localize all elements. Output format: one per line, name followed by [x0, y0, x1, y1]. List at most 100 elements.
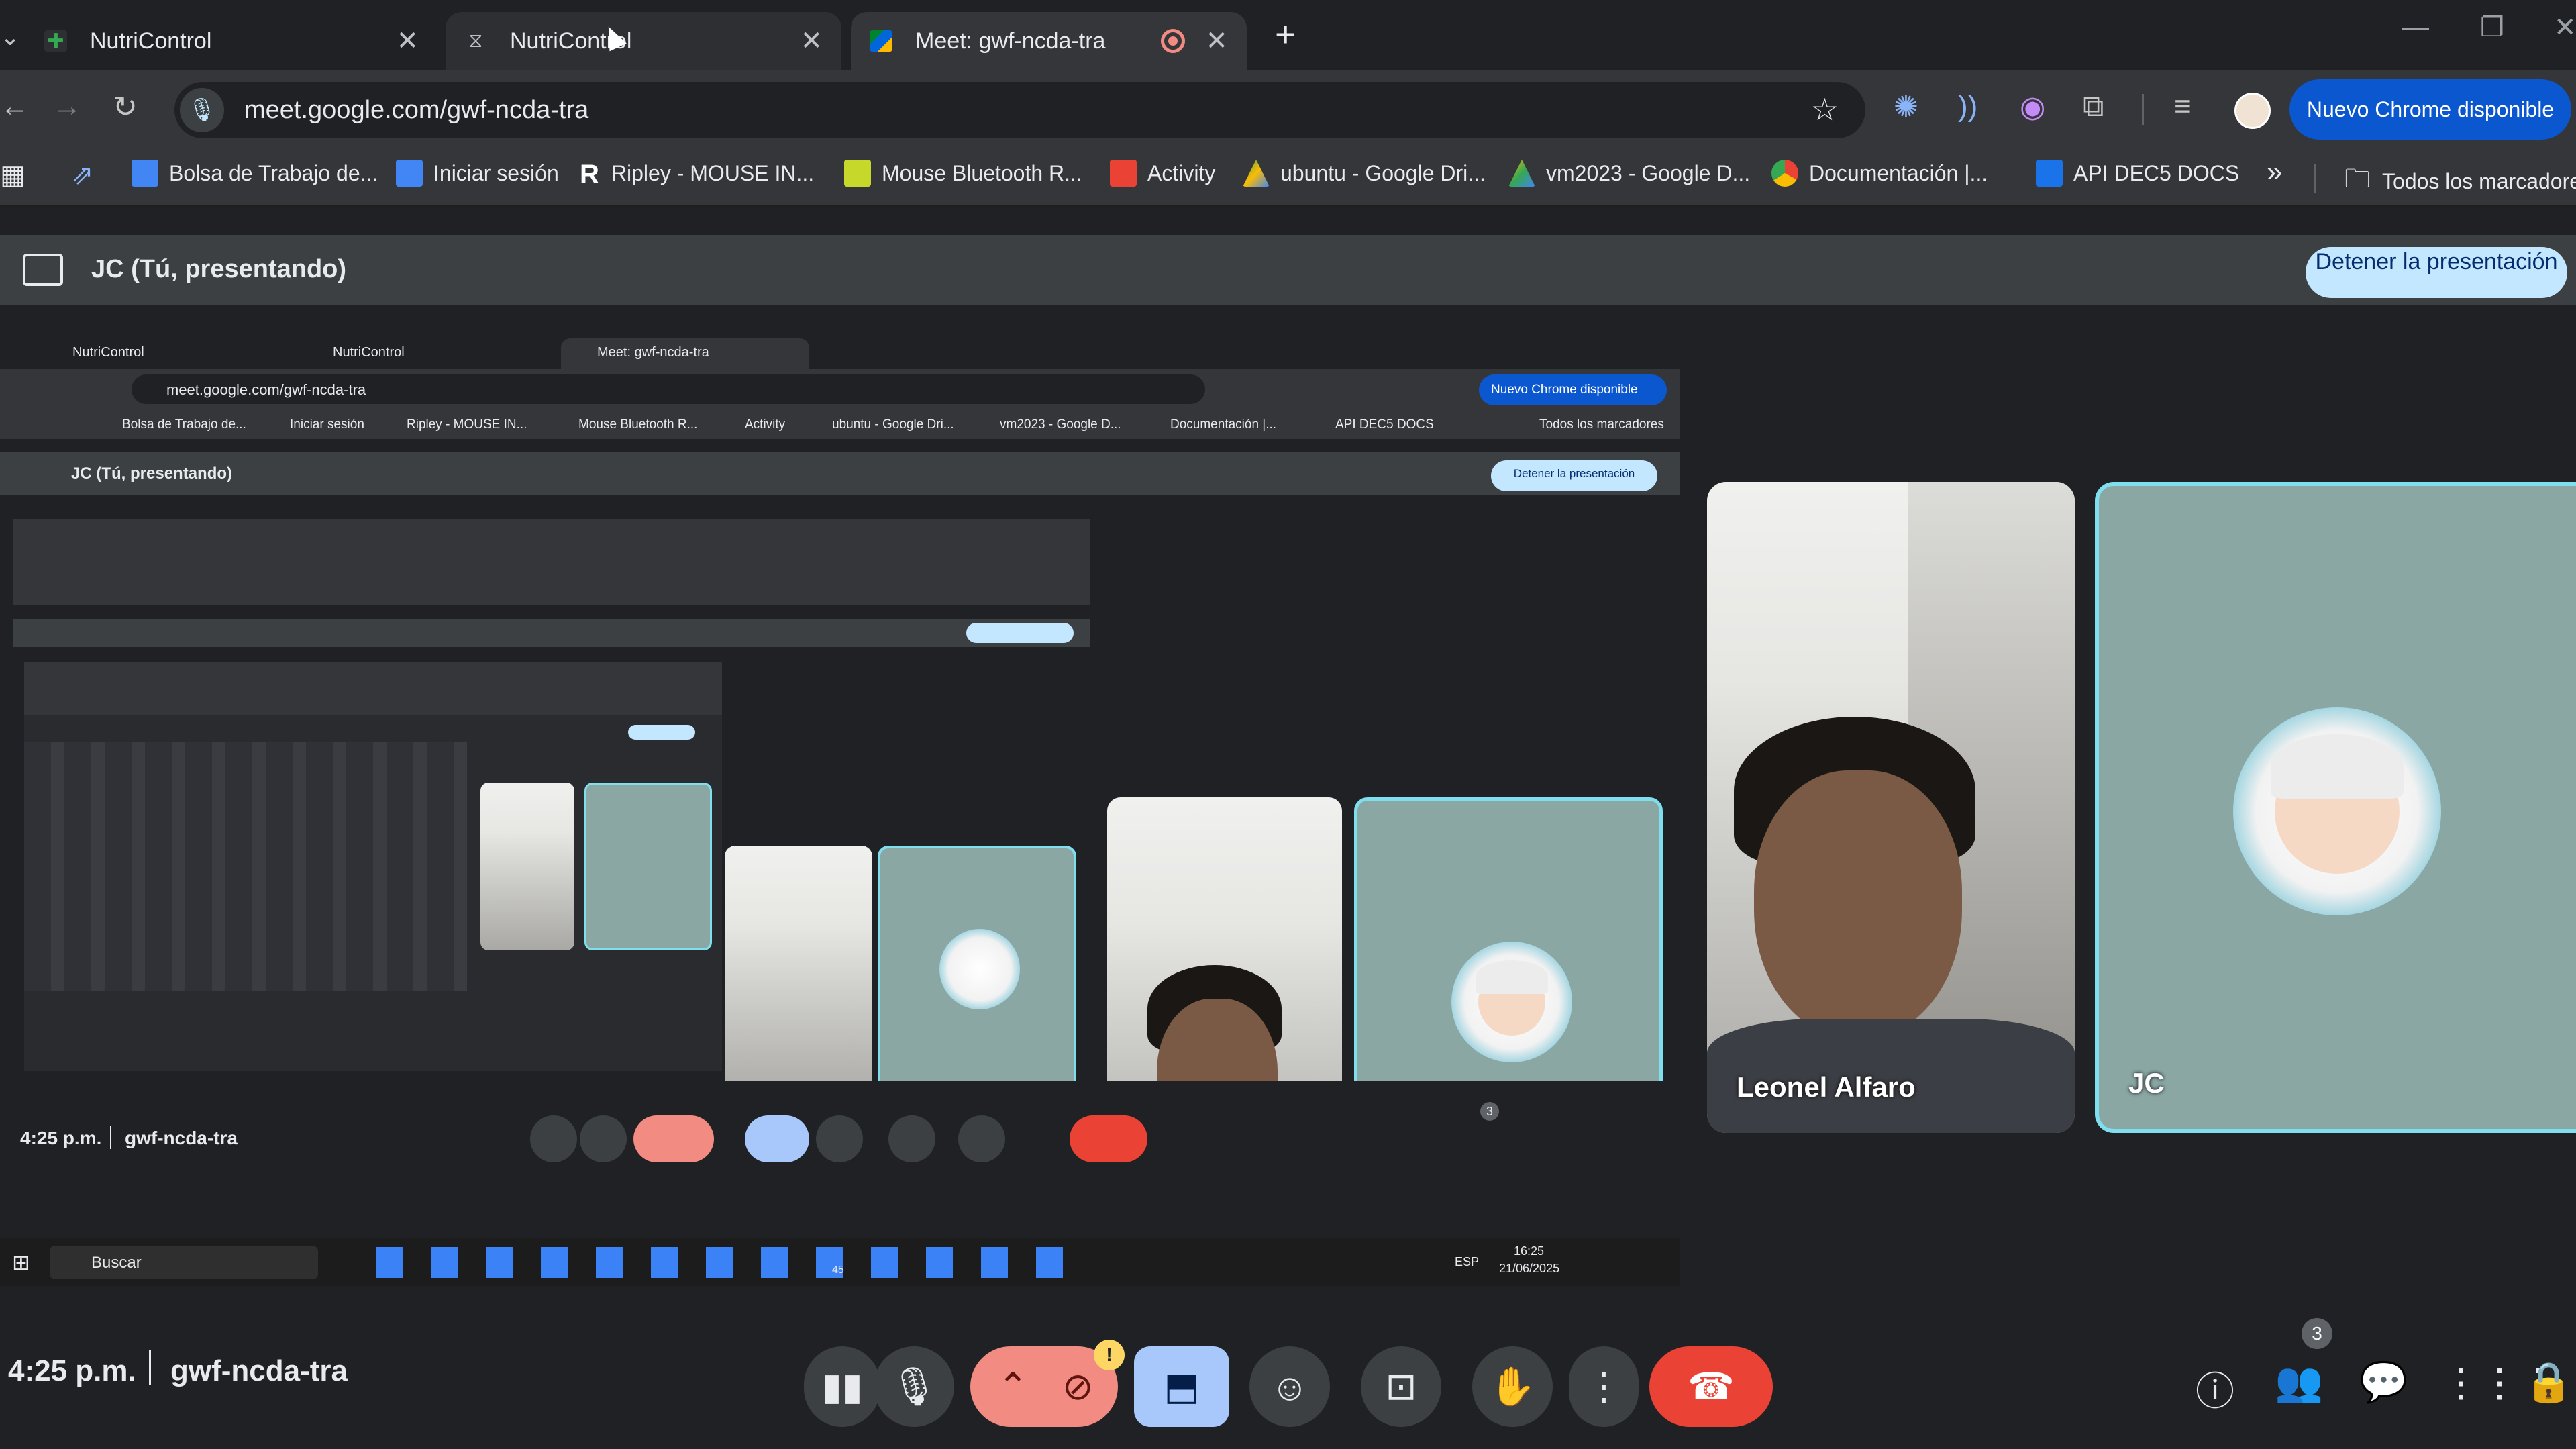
warning-badge: !	[1094, 1340, 1125, 1370]
nested-control-pill	[745, 1115, 809, 1162]
extensions-puzzle-icon[interactable]: ⧉	[2083, 90, 2104, 123]
url-text[interactable]: meet.google.com/gwf-ncda-tra	[244, 96, 588, 125]
nested-stop-label: Detener la presentación	[1513, 467, 1635, 480]
nested-control-pill	[530, 1115, 577, 1162]
audio-levels-icon: ▮▮	[821, 1365, 863, 1407]
address-bar[interactable]: 🎙 meet.google.com/gwf-ncda-tra ☆	[174, 82, 1865, 138]
host-controls-lock-icon[interactable]: 🔒	[2524, 1360, 2573, 1405]
reactions-button[interactable]: ☺	[1249, 1346, 1330, 1427]
nested-tray-lang: ESP	[1455, 1255, 1480, 1268]
profile-avatar[interactable]	[2234, 93, 2271, 129]
close-window-icon[interactable]: ✕	[2554, 12, 2576, 43]
level-3-screen	[24, 662, 722, 1071]
captions-button[interactable]: ⊡	[1361, 1346, 1441, 1427]
nested-hangup-pill	[1070, 1115, 1147, 1162]
bookmark-star-icon[interactable]: ☆	[1811, 91, 1839, 128]
chat-icon[interactable]: 💬	[2359, 1360, 2408, 1405]
google-drive-icon	[1508, 160, 1535, 187]
nested-bookmark: Ripley - MOUSE IN...	[407, 417, 527, 432]
close-tab-icon[interactable]: ✕	[396, 26, 419, 56]
participant-tile-leonel[interactable]: Leonel Alfaro	[1707, 482, 2075, 1133]
all-bookmarks-folder[interactable]: 🗀 Todos los marcadores	[2345, 160, 2576, 203]
raise-hand-button[interactable]: ✋	[1472, 1346, 1553, 1427]
participant-name: Leonel Alfaro	[1737, 1071, 1916, 1103]
bookmark-item[interactable]: API DEC5 DOCS	[2036, 160, 2239, 187]
extension-2-icon[interactable]: ))	[1958, 90, 1977, 123]
nested-control-pill	[816, 1115, 863, 1162]
close-tab-icon[interactable]: ✕	[1205, 26, 1228, 56]
level-3-tile-jc	[584, 783, 712, 950]
nested-bookmark: Activity	[745, 417, 786, 432]
tab-meet[interactable]: Meet: gwf-ncda-tra ✕	[851, 12, 1247, 70]
bookmark-item[interactable]: Documentación |...	[1771, 160, 1988, 187]
bookmark-item[interactable]: R Ripley - MOUSE IN...	[580, 160, 814, 189]
extension-1-icon[interactable]: ✺	[1894, 90, 1918, 124]
site-info-mic-icon[interactable]: 🎙	[180, 88, 224, 132]
bookmarks-overflow-icon[interactable]: »	[2267, 156, 2282, 188]
nested-control-pill	[888, 1115, 935, 1162]
nested-whatsapp-badge: 45	[832, 1264, 844, 1276]
level-3-chrome	[24, 662, 722, 715]
reload-icon[interactable]: ↻	[113, 90, 138, 124]
nested-tray-date: 21/06/2025	[1499, 1262, 1560, 1275]
nutricontrol-favicon-icon: ✚	[44, 30, 67, 52]
media-controls-icon[interactable]: ≡	[2174, 90, 2192, 123]
tab-search-chevron-icon[interactable]: ⌄	[0, 23, 20, 51]
present-screen-button[interactable]: ⬒	[1134, 1346, 1229, 1427]
close-tab-icon[interactable]: ✕	[800, 26, 823, 56]
nested-search-label: Buscar	[91, 1254, 142, 1272]
present-screen-icon: ⬒	[1164, 1365, 1200, 1407]
apps-grid-icon[interactable]: ▦	[0, 160, 25, 191]
bookmark-arrow-icon[interactable]: ⇗	[71, 160, 94, 191]
participant-name: JC	[2128, 1067, 2165, 1099]
bookmark-item[interactable]: ubuntu - Google Dri...	[1243, 160, 1486, 187]
tab-title: Meet: gwf-ncda-tra	[915, 28, 1106, 54]
bookmark-item[interactable]: Mouse Bluetooth R...	[844, 160, 1082, 187]
bookmark-item[interactable]: Bolsa de Trabajo de...	[132, 160, 378, 187]
camera-off-icon: ⊘	[1062, 1365, 1094, 1407]
extension-3-icon[interactable]: ◉	[2020, 90, 2045, 124]
emoji-icon: ☺	[1270, 1365, 1309, 1408]
level-2-stop-button	[966, 623, 1074, 643]
nested-tray-time: 16:25	[1514, 1244, 1545, 1258]
leave-call-button[interactable]: ☎	[1649, 1346, 1773, 1427]
more-options-button[interactable]: ⋮	[1569, 1346, 1639, 1427]
toolbar-divider	[2142, 94, 2144, 125]
tab-nutricontrol-2[interactable]: ⧖ NutriControl ✕	[446, 12, 841, 70]
people-icon[interactable]: 👥	[2275, 1360, 2323, 1405]
minimize-icon[interactable]: —	[2402, 12, 2429, 42]
bookmark-item[interactable]: Iniciar sesión	[396, 160, 559, 187]
nested-meet-code: gwf-ncda-tra	[125, 1128, 238, 1148]
nested-tab-title: Meet: gwf-ncda-tra	[597, 345, 709, 360]
nested-bookmark: vm2023 - Google D...	[1000, 417, 1121, 432]
nutricontrol-favicon-icon: ⧖	[468, 30, 483, 52]
google-drive-icon	[1243, 160, 1270, 187]
meeting-info-icon[interactable]: ⓘ	[2196, 1360, 2234, 1416]
bookmark-item[interactable]: Activity	[1110, 160, 1215, 187]
back-icon[interactable]: ←	[0, 90, 30, 123]
nested-taskbar-apps	[376, 1247, 1074, 1278]
stop-presenting-button[interactable]: Detener la presentación	[2306, 247, 2567, 298]
nested-tab-title: NutriControl	[72, 345, 144, 360]
folder-icon: 🗀	[2345, 165, 2371, 193]
nested-control-pill	[580, 1115, 627, 1162]
level-2-tile-cam	[725, 846, 872, 1081]
microphone-button[interactable]: 🎙	[874, 1346, 954, 1427]
level-4-screen	[24, 742, 467, 991]
nested-tab-strip	[0, 334, 1680, 369]
windows-start-icon: ⊞	[12, 1250, 30, 1275]
new-tab-button[interactable]: +	[1275, 13, 1296, 55]
update-chrome-button[interactable]: Nuevo Chrome disponible	[2289, 79, 2571, 140]
nested-control-pill	[958, 1115, 1005, 1162]
nested-control-pill	[633, 1115, 714, 1162]
audio-levels-button[interactable]: ▮▮	[804, 1346, 880, 1427]
nested-search-box	[50, 1246, 318, 1279]
bookmark-favicon-icon	[2036, 160, 2063, 187]
more-vert-icon: ⋮	[1585, 1365, 1622, 1407]
tab-nutricontrol-1[interactable]: ✚ NutriControl ✕	[25, 12, 437, 70]
participant-tile-jc[interactable]: JC	[2095, 482, 2576, 1133]
forward-icon[interactable]: →	[52, 90, 82, 123]
meet-window: JC (Tú, presentando) Detener la presenta…	[0, 207, 2576, 1449]
restore-icon[interactable]: ❐	[2480, 12, 2504, 43]
bookmark-item[interactable]: vm2023 - Google D...	[1508, 160, 1750, 187]
